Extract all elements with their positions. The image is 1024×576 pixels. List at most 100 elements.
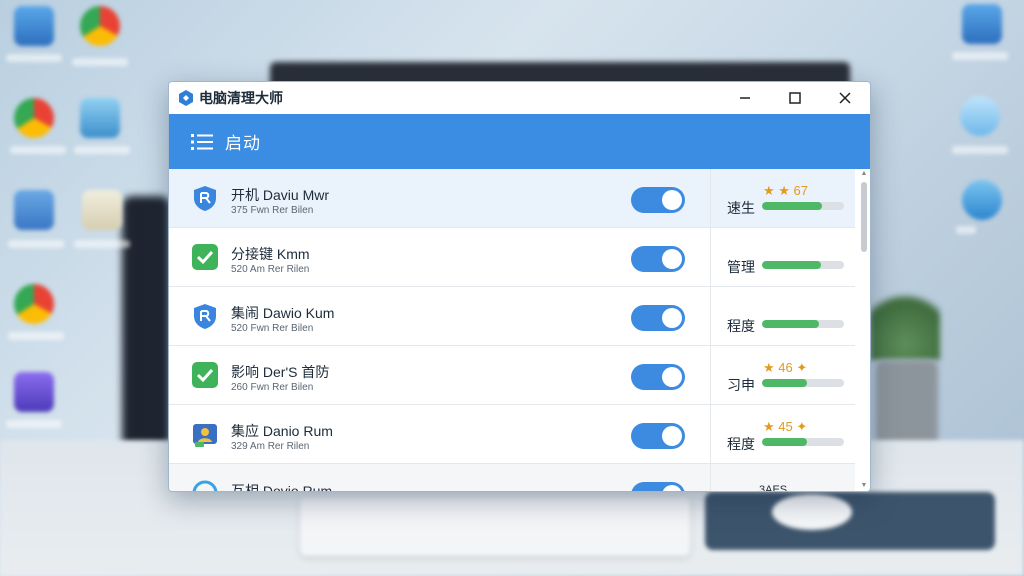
- close-button[interactable]: [820, 82, 870, 114]
- desktop-icon-label: [8, 240, 64, 248]
- desktop-icon-label: [72, 58, 128, 66]
- toggle-knob: [662, 367, 682, 387]
- rating-stars: ★ ★ 67: [763, 183, 808, 198]
- desktop-file-icon[interactable]: [962, 4, 1002, 44]
- item-title: 互相 Dovio Rum: [231, 483, 333, 492]
- toggle-knob: [662, 249, 682, 269]
- app-logo-icon: [179, 90, 193, 106]
- window-controls: [720, 82, 870, 114]
- shield-arrow-icon: [194, 304, 216, 329]
- scroll-down-arrow-icon[interactable]: ▼: [860, 482, 868, 490]
- desktop-document-icon[interactable]: [14, 190, 54, 230]
- desktop-chrome-icon[interactable]: [14, 98, 54, 138]
- desktop-file-icon[interactable]: [14, 6, 54, 46]
- impact-bar: [762, 438, 844, 446]
- maximize-button[interactable]: [770, 82, 820, 114]
- shield-person-icon: [193, 424, 217, 447]
- scroll-thumb[interactable]: [861, 182, 867, 252]
- impact-label: 管理: [727, 259, 755, 275]
- section-header: 启动: [169, 114, 870, 169]
- background-plant: [870, 280, 940, 360]
- impact-label: 习申: [727, 377, 755, 393]
- list-item[interactable]: 影响 Der'S 首防 260 Fwn Rer Bilen 习申 ★ 46 ✦: [169, 346, 855, 405]
- list-item[interactable]: 集应 Danio Rum 329 Am Rer Rilen 程度 ★ 45 ✦: [169, 405, 855, 464]
- impact-label: 程度: [727, 318, 755, 334]
- desktop-icon-label: [74, 240, 130, 248]
- impact-label: 速生: [727, 200, 755, 216]
- item-title: 分接键 Kmm: [231, 246, 310, 262]
- scroll-up-arrow-icon[interactable]: ▲: [860, 170, 868, 178]
- impact-bar: [762, 320, 844, 328]
- app-title: 电脑清理大师: [199, 90, 283, 106]
- checkmark-icon: [192, 362, 218, 388]
- column-divider: [710, 464, 711, 491]
- item-title: 集闹 Dawio Kum: [231, 305, 335, 321]
- toggle-knob: [662, 426, 682, 446]
- desktop-icon-label: [6, 420, 62, 428]
- column-divider: [710, 287, 711, 345]
- startup-toggle[interactable]: [631, 187, 685, 213]
- item-subtitle: 375 Fwn Rer Bilen: [231, 205, 314, 216]
- column-divider: [710, 346, 711, 404]
- shield-arrow-icon: [194, 186, 216, 211]
- toggle-knob: [662, 190, 682, 210]
- close-icon: [839, 92, 851, 104]
- impact-bar: [762, 379, 844, 387]
- rating-stars: ★ 46 ✦: [763, 360, 808, 375]
- impact-bar-fill: [762, 379, 808, 387]
- impact-bar-fill: [762, 261, 822, 269]
- item-title: 影响 Der'S 首防: [231, 364, 330, 380]
- item-subtitle: 520 Am Rer Rilen: [231, 264, 310, 275]
- impact-bar: [762, 261, 844, 269]
- desktop-photos-icon[interactable]: [80, 98, 120, 138]
- list-item[interactable]: 集闹 Dawio Kum 520 Fwn Rer Bilen 程度: [169, 287, 855, 346]
- impact-bar-fill: [762, 202, 822, 210]
- desktop-chrome-icon[interactable]: [80, 6, 120, 46]
- startup-toggle[interactable]: [631, 246, 685, 272]
- item-subtitle: 329 Am Rer Rilen: [231, 441, 310, 452]
- startup-toggle[interactable]: [631, 482, 685, 491]
- desktop-icon-label: [956, 226, 976, 234]
- minimize-icon: [740, 97, 750, 99]
- startup-toggle[interactable]: [631, 364, 685, 390]
- title-bar[interactable]: 电脑清理大师: [169, 82, 870, 114]
- list-item[interactable]: 开机 Daviu Mwr 375 Fwn Rer Bilen 速生 ★ ★ 67: [169, 169, 855, 228]
- column-divider: [710, 405, 711, 463]
- cleaner-window: 电脑清理大师 启动 开机 Daviu Mwr 375 Fwn Rer Bilen…: [168, 81, 871, 492]
- vertical-scrollbar[interactable]: ▲ ▼: [860, 170, 868, 490]
- desktop-notes-icon[interactable]: [82, 190, 122, 230]
- desktop-icon-label: [10, 146, 66, 154]
- column-divider: [710, 169, 711, 227]
- list-item[interactable]: 分接键 Kmm 520 Am Rer Rilen 管理: [169, 228, 855, 287]
- startup-toggle[interactable]: [631, 305, 685, 331]
- impact-bar: [762, 202, 844, 210]
- desktop-icon-label: [952, 146, 1008, 154]
- maximize-icon: [789, 92, 801, 104]
- toggle-knob: [662, 485, 682, 491]
- item-subtitle: 260 Fwn Rer Bilen: [231, 382, 314, 393]
- minimize-button[interactable]: [720, 82, 770, 114]
- desktop-chrome-icon[interactable]: [14, 284, 54, 324]
- desktop-icon-label: [6, 54, 62, 62]
- item-title: 开机 Daviu Mwr: [231, 187, 330, 203]
- rating-stars: ★ 45 ✦: [763, 419, 808, 434]
- background-mouse: [772, 494, 852, 530]
- startup-list: 开机 Daviu Mwr 375 Fwn Rer Bilen 速生 ★ ★ 67…: [169, 169, 870, 491]
- impact-bar-fill: [762, 320, 820, 328]
- background-mousepad: [705, 492, 995, 550]
- header-title: 启动: [225, 134, 261, 153]
- list-item[interactable]: 互相 Dovio Rum 3AES: [169, 464, 855, 492]
- startup-toggle[interactable]: [631, 423, 685, 449]
- toggle-knob: [662, 308, 682, 328]
- desktop-app-icon[interactable]: [14, 372, 54, 412]
- background-keyboard: [300, 498, 690, 556]
- desktop-icon-label: [8, 332, 64, 340]
- column-divider: [710, 228, 711, 286]
- desktop-cloud-icon[interactable]: [960, 96, 1000, 136]
- rating-stars: 3AES: [759, 484, 788, 492]
- item-subtitle: 520 Fwn Rer Bilen: [231, 323, 314, 334]
- item-title: 集应 Danio Rum: [231, 423, 333, 439]
- list-menu-icon[interactable]: [191, 133, 213, 151]
- desktop-edge-icon[interactable]: [962, 180, 1002, 220]
- desktop-icon-label: [74, 146, 130, 154]
